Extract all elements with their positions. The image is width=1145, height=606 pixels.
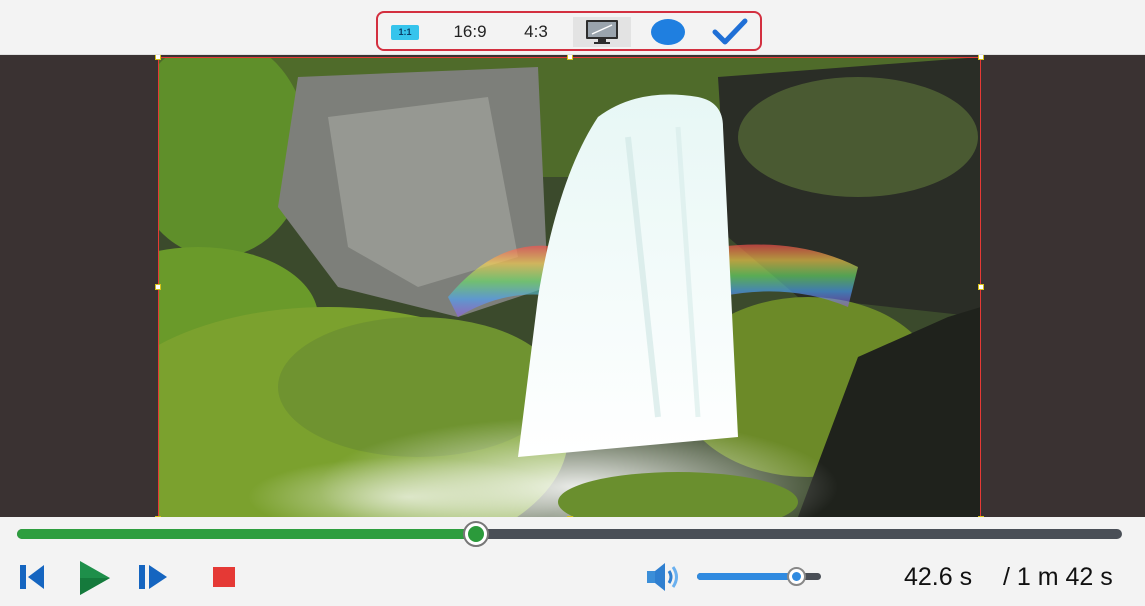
crop-handle-top-right[interactable] [978, 55, 984, 60]
fit-to-screen-button[interactable] [573, 17, 631, 47]
top-toolbar-bar: 1:1 16:9 4:3 [0, 0, 1145, 55]
aspect-4-3-button[interactable]: 4:3 [514, 17, 558, 47]
volume-slider-level [697, 573, 797, 580]
volume-slider[interactable] [697, 567, 821, 586]
step-forward-icon [139, 565, 167, 589]
seek-bar-thumb[interactable] [462, 521, 489, 547]
crop-handle-right[interactable] [978, 284, 984, 290]
video-frame-waterfall [158, 57, 981, 517]
volume-icon [647, 563, 678, 591]
stop-button[interactable] [212, 566, 236, 593]
ellipse-shape-icon [651, 19, 685, 45]
aspect-16-9-button[interactable]: 16:9 [444, 17, 496, 47]
waterfall-scene-image [158, 57, 981, 517]
crop-handle-top[interactable] [567, 55, 573, 60]
ellipse-crop-button[interactable] [646, 17, 690, 47]
aspect-1-1-button[interactable]: 1:1 [388, 17, 422, 47]
seek-bar[interactable] [17, 521, 1122, 547]
total-duration: / 1 m 42 s [1003, 563, 1113, 591]
monitor-fit-icon [586, 20, 618, 44]
aspect-1-1-icon: 1:1 [391, 24, 419, 40]
step-forward-button[interactable] [137, 563, 169, 596]
crop-toolbar: 1:1 16:9 4:3 [376, 11, 762, 51]
crop-handle-left[interactable] [155, 284, 161, 290]
seek-bar-progress [17, 529, 476, 539]
step-back-icon [20, 565, 44, 589]
volume-button[interactable] [645, 561, 683, 598]
confirm-crop-button[interactable] [708, 17, 752, 47]
stop-icon [213, 567, 235, 587]
video-viewport [0, 55, 1145, 517]
volume-slider-thumb[interactable] [787, 567, 807, 586]
current-time: 42.6 s [904, 563, 973, 591]
player-controls: 42.6 s / 1 m 42 s [0, 517, 1145, 606]
checkmark-icon [712, 18, 748, 45]
play-button[interactable] [78, 559, 112, 602]
crop-handle-top-left[interactable] [155, 55, 161, 60]
step-back-button[interactable] [18, 563, 50, 596]
play-icon [80, 561, 110, 595]
